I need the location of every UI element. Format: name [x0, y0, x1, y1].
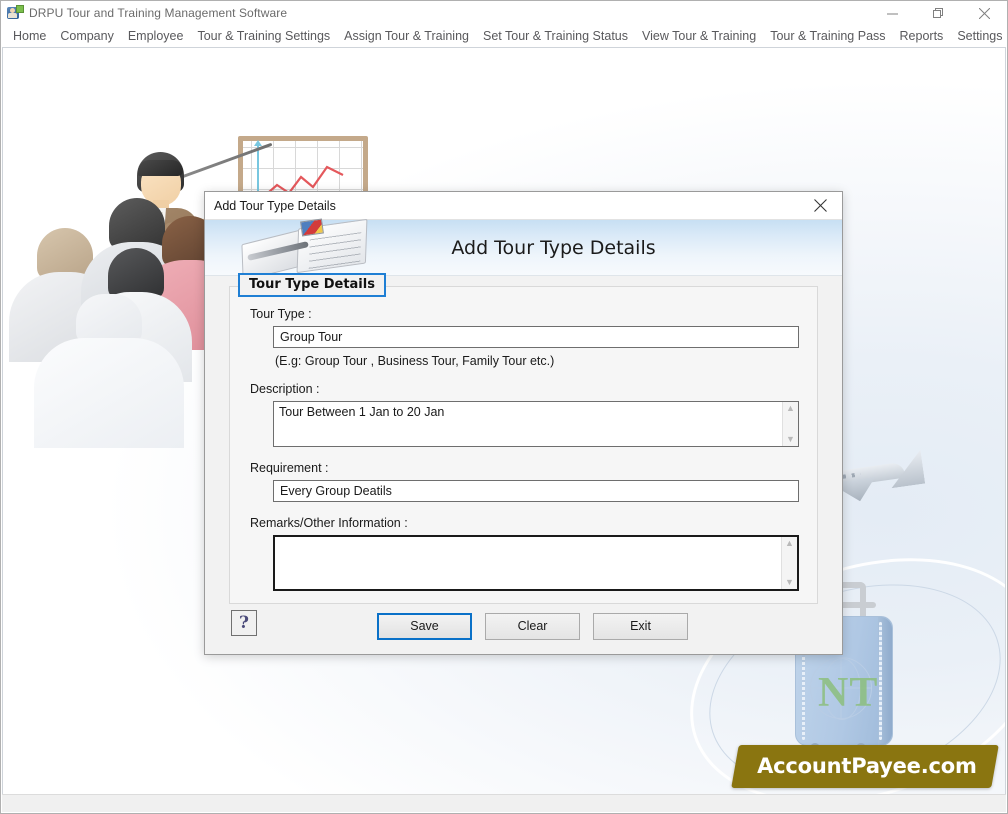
window-title: DRPU Tour and Training Management Softwa…	[29, 6, 288, 20]
open-book-with-pen-icon	[239, 208, 368, 282]
field-requirement: Requirement :	[248, 461, 799, 502]
scroll-up-icon[interactable]: ▲	[785, 539, 794, 548]
tour-type-hint: (E.g: Group Tour , Business Tour, Family…	[275, 354, 555, 368]
tour-type-input[interactable]	[273, 326, 799, 348]
requirement-label: Requirement :	[250, 461, 329, 475]
dialog-body: Tour Type Details Tour Type : (E.g: Grou…	[205, 273, 842, 654]
client-area: NT AccountPayee.com Add Tour Type Detail…	[2, 47, 1006, 794]
tab-tour-type-details[interactable]: Tour Type Details	[238, 273, 386, 297]
remarks-input-wrapper: ▲ ▼	[273, 535, 799, 591]
main-menubar: Home Company Employee Tour & Training Se…	[1, 25, 1007, 47]
dialog-header: Add Tour Type Details	[205, 218, 842, 282]
field-tour-type: Tour Type : (E.g: Group Tour , Business …	[248, 307, 799, 368]
menu-item-employee[interactable]: Employee	[121, 27, 191, 45]
window-titlebar: DRPU Tour and Training Management Softwa…	[1, 1, 1007, 25]
add-tour-type-details-dialog: Add Tour Type Details Add Tour Type Deta…	[204, 191, 843, 655]
description-input[interactable]	[274, 402, 782, 446]
status-bar	[2, 794, 1006, 812]
menu-item-assign-tour-training[interactable]: Assign Tour & Training	[337, 27, 476, 45]
description-label: Description :	[250, 382, 320, 396]
menu-item-home[interactable]: Home	[6, 27, 53, 45]
field-description: Description : ▲ ▼	[248, 382, 799, 447]
dialog-close-icon[interactable]	[798, 192, 842, 219]
accountpayee-watermark: AccountPayee.com	[731, 745, 999, 788]
menu-item-company[interactable]: Company	[53, 27, 121, 45]
audience-figure	[29, 294, 189, 474]
menu-item-settings[interactable]: Settings	[950, 27, 1008, 45]
tour-type-details-groupbox: Tour Type Details Tour Type : (E.g: Grou…	[229, 273, 818, 604]
scroll-down-icon[interactable]: ▼	[785, 578, 794, 587]
menu-item-reports[interactable]: Reports	[893, 27, 951, 45]
exit-button[interactable]: Exit	[593, 612, 688, 640]
window-controls	[869, 1, 1007, 25]
tour-type-label: Tour Type :	[250, 307, 312, 321]
minimize-icon[interactable]	[869, 1, 915, 25]
description-scrollbar[interactable]: ▲ ▼	[782, 402, 798, 446]
requirement-input[interactable]	[273, 480, 799, 502]
menu-item-tour-training-pass[interactable]: Tour & Training Pass	[763, 27, 892, 45]
dialog-buttons-row: ? Save Clear Exit	[205, 610, 842, 640]
menu-item-view-tour-training[interactable]: View Tour & Training	[635, 27, 763, 45]
watermark-text: AccountPayee.com	[757, 754, 978, 778]
help-button[interactable]: ?	[231, 610, 257, 636]
remarks-label: Remarks/Other Information :	[250, 516, 408, 530]
close-icon[interactable]	[961, 1, 1007, 25]
remarks-scrollbar[interactable]: ▲ ▼	[781, 537, 797, 589]
remarks-input[interactable]	[275, 537, 781, 589]
field-remarks: Remarks/Other Information : ▲ ▼	[248, 516, 799, 591]
scroll-up-icon[interactable]: ▲	[786, 404, 795, 413]
clear-button[interactable]: Clear	[485, 612, 580, 640]
scroll-down-icon[interactable]: ▼	[786, 435, 795, 444]
menu-item-tour-training-settings[interactable]: Tour & Training Settings	[190, 27, 337, 45]
menu-item-set-tour-training-status[interactable]: Set Tour & Training Status	[476, 27, 635, 45]
description-input-wrapper: ▲ ▼	[273, 401, 799, 447]
save-button[interactable]: Save	[377, 612, 472, 640]
application-window: DRPU Tour and Training Management Softwa…	[0, 0, 1008, 814]
restore-icon[interactable]	[915, 1, 961, 25]
action-buttons: Save Clear Exit	[359, 612, 688, 640]
app-user-icon	[7, 5, 24, 21]
